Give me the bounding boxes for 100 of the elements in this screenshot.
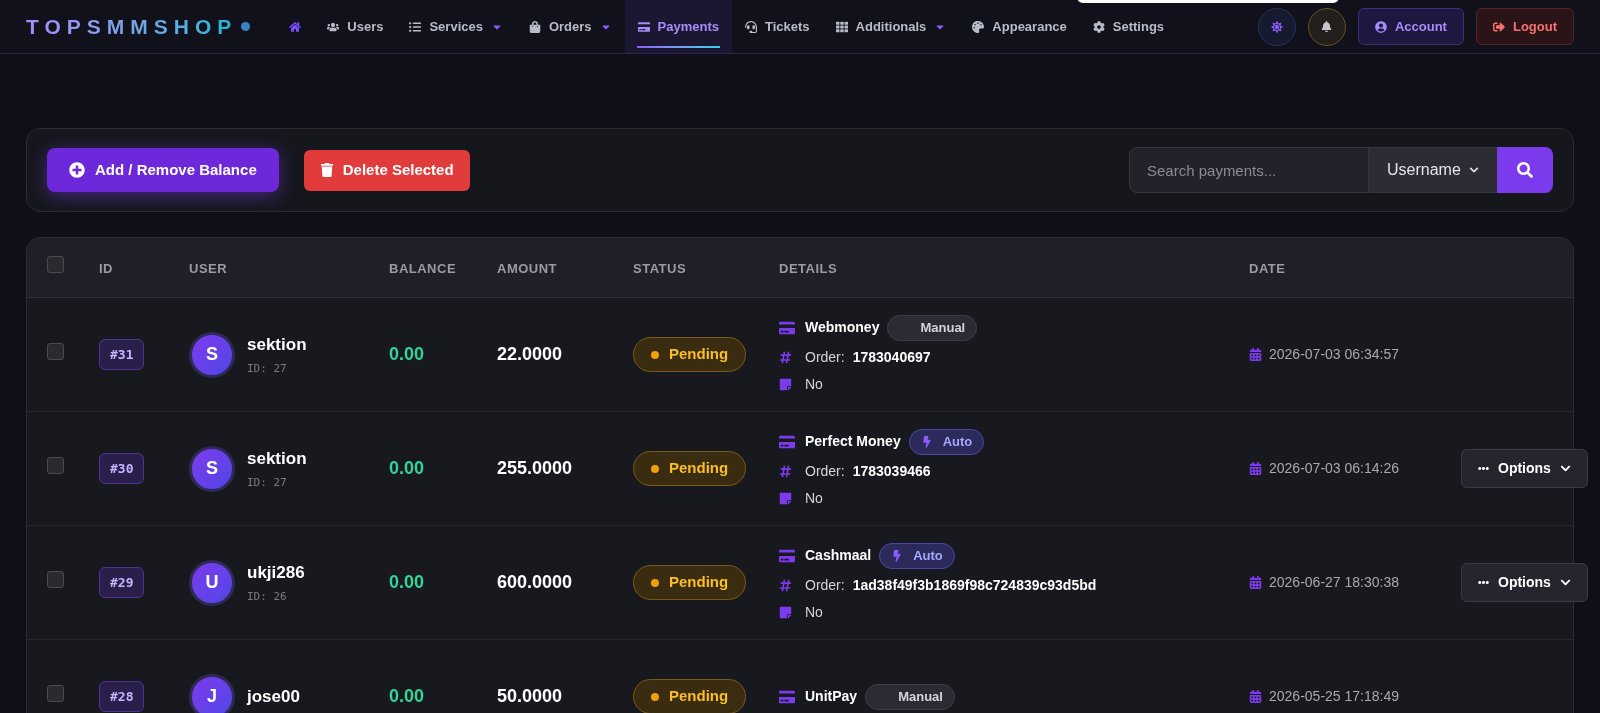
mode-badge: Auto (908, 428, 985, 455)
balance-value: 0.00 (389, 572, 425, 592)
column-header: BALANCE (389, 260, 457, 276)
notifications-button[interactable] (1307, 7, 1346, 46)
user-id: ID: 27 (247, 361, 288, 377)
column-header: AMOUNT (497, 260, 558, 276)
payment-id-badge: #28 (99, 680, 145, 713)
credit-card-icon (779, 319, 797, 336)
user-id: ID: 26 (247, 589, 288, 605)
calendar-icon (1249, 576, 1262, 589)
column-header: USER (189, 260, 228, 276)
payment-id-badge: #29 (99, 566, 145, 599)
balance-value: 0.00 (389, 344, 425, 364)
mode-badge: Auto (879, 542, 955, 569)
note-text: No (805, 602, 823, 622)
chevron-down-icon (1559, 463, 1571, 474)
note-text: No (805, 374, 823, 394)
account-button[interactable]: Account (1357, 8, 1464, 45)
status-pill: Pending (633, 451, 747, 486)
column-header: DATE (1249, 260, 1286, 276)
nav-tab[interactable]: Services (396, 0, 516, 53)
nav-tab[interactable]: Orders (515, 0, 625, 53)
theme-toggle-button[interactable] (1257, 7, 1296, 46)
options-button[interactable]: Options (1461, 449, 1588, 488)
grid-icon (835, 20, 848, 33)
payment-method: Perfect Money (805, 432, 901, 451)
payment-id-badge: #31 (99, 338, 145, 371)
credit-card-icon (779, 688, 797, 705)
order-number: 1ad38f49f3b1869f98c724839c93d5bd (852, 575, 1097, 595)
headset-icon (745, 20, 757, 33)
options-button[interactable]: Options (1461, 563, 1588, 602)
palette-icon (972, 20, 985, 33)
mode-badge: Manual (887, 314, 978, 341)
delete-selected-button[interactable]: Delete Selected (303, 149, 470, 191)
amount-value: 50.0000 (497, 686, 563, 706)
balance-value: 0.00 (389, 686, 425, 706)
trash-icon (319, 163, 334, 177)
logout-button[interactable]: Logout (1475, 8, 1574, 45)
search-field[interactable]: Search payments... (1129, 147, 1369, 193)
chevron-down-icon (1469, 165, 1479, 175)
calendar-icon (1249, 348, 1262, 361)
gear-icon (1092, 20, 1105, 33)
chevron-down-icon (1559, 577, 1571, 588)
order-number: 1783039466 (852, 461, 931, 481)
payment-method: Webmoney (805, 318, 880, 337)
list-icon (409, 20, 422, 33)
payment-method: Cashmaal (805, 546, 872, 565)
amount-value: 22.0000 (497, 344, 563, 364)
calendar-icon (1249, 690, 1262, 703)
user-avatar: S (189, 331, 235, 378)
username: sektion (247, 333, 307, 356)
user-avatar: U (189, 559, 235, 606)
user-avatar: J (189, 673, 235, 713)
credit-card-icon (779, 547, 797, 564)
username: jose00 (247, 685, 300, 708)
user-icon (1374, 20, 1387, 33)
column-header: DETAILS (779, 260, 838, 276)
status-pill: Pending (633, 679, 747, 713)
order-label: Order: (805, 575, 845, 595)
nav-tab[interactable]: Payments (624, 0, 732, 53)
nav-tab[interactable]: Users (314, 0, 397, 53)
note-text: No (805, 488, 823, 508)
nav-tab[interactable]: Appearance (959, 0, 1080, 53)
user-avatar: S (189, 445, 235, 492)
payment-id-badge: #30 (99, 452, 145, 485)
balance-value: 0.00 (389, 458, 425, 478)
calendar-icon (1249, 462, 1262, 475)
add-remove-balance-button[interactable]: Add / Remove Balance (47, 148, 279, 192)
bell-icon (1321, 21, 1333, 32)
nav-tab[interactable]: Settings (1079, 0, 1178, 53)
payment-date: 2026-05-25 17:18:49 (1269, 687, 1399, 706)
column-header: STATUS (633, 260, 687, 276)
plus-icon (69, 162, 85, 178)
search-button[interactable] (1497, 147, 1553, 193)
order-label: Order: (805, 461, 845, 481)
home-icon (289, 20, 302, 33)
select-all-checkbox[interactable] (47, 255, 64, 273)
column-header: ID (99, 260, 113, 276)
amount-value: 255.0000 (497, 458, 573, 478)
nav-tab[interactable]: Additionals (822, 0, 960, 53)
filter-select[interactable]: Username (1369, 147, 1497, 193)
row-checkbox[interactable] (47, 456, 64, 474)
users-icon (327, 20, 340, 33)
payment-date: 2026-07-03 06:14:26 (1269, 459, 1399, 478)
credit-card-icon (779, 433, 797, 450)
mode-badge: Manual (865, 683, 955, 710)
sun-icon (1270, 20, 1283, 33)
credit-card-icon (637, 20, 650, 33)
bag-icon (528, 20, 541, 33)
status-pill: Pending (633, 337, 747, 372)
payment-date: 2026-07-03 06:34:57 (1269, 345, 1399, 364)
username: sektion (247, 447, 307, 470)
payment-date: 2026-06-27 18:30:38 (1269, 573, 1399, 592)
payment-method: UnitPay (805, 687, 858, 706)
amount-value: 600.0000 (497, 572, 573, 592)
row-checkbox[interactable] (47, 342, 64, 360)
row-checkbox[interactable] (47, 684, 64, 702)
nav-tab[interactable]: Tickets (732, 0, 823, 53)
user-id: ID: 27 (247, 475, 288, 491)
row-checkbox[interactable] (47, 570, 64, 588)
